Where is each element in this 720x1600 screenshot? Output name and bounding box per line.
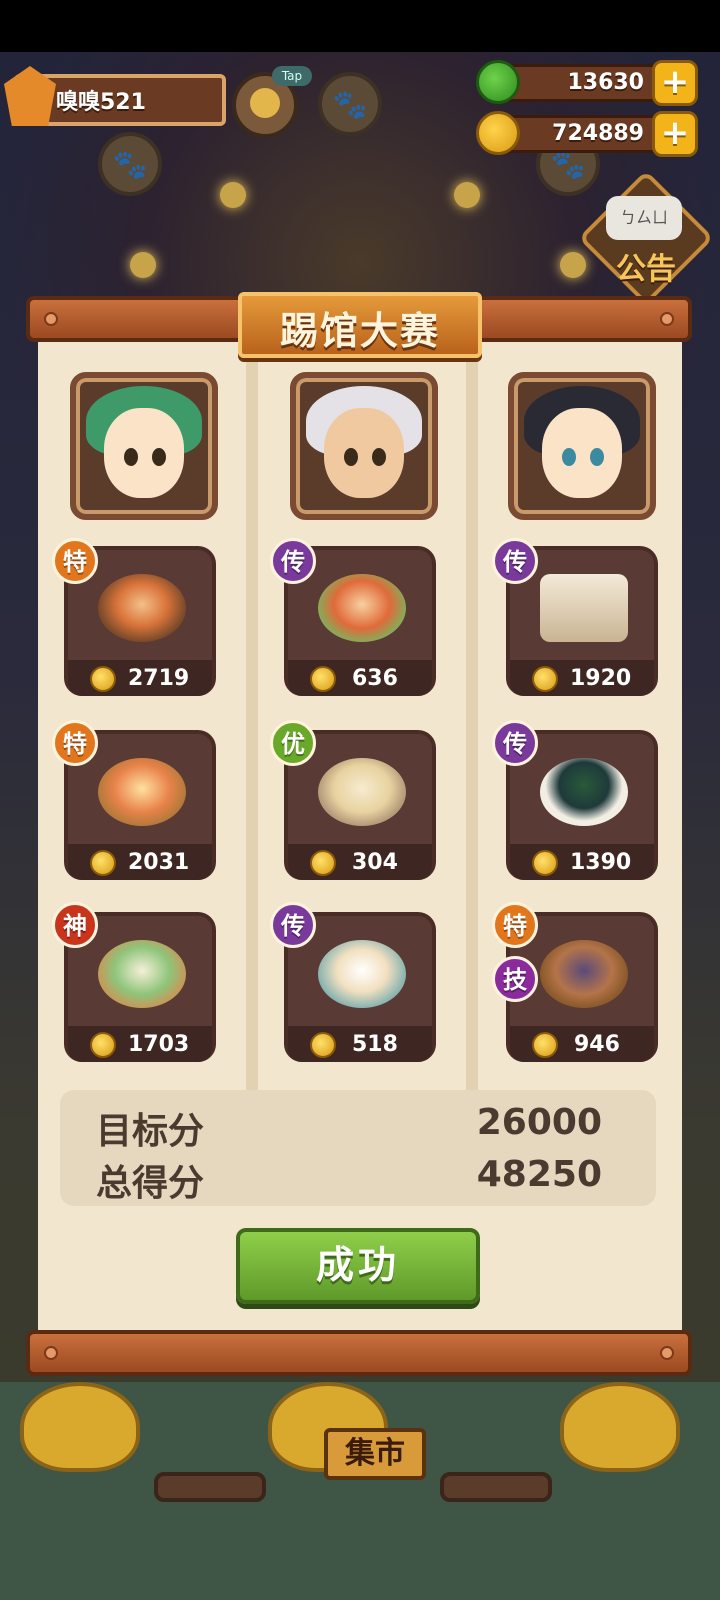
chef-portrait-1[interactable] [70, 372, 218, 520]
column-divider [466, 350, 478, 1110]
rank-badge: 优 [270, 720, 316, 766]
dish-score: 1920 [570, 666, 632, 691]
apple-count: 13630 [567, 70, 644, 95]
coin-icon [90, 666, 116, 692]
light-bulb [560, 252, 586, 278]
light-bulb [130, 252, 156, 278]
add-coins-button[interactable]: + [652, 111, 698, 157]
coin-icon [90, 1032, 116, 1058]
tofu-plate-icon [318, 940, 406, 1008]
player-name: 嗅嗅521 [56, 90, 146, 115]
dish-score: 946 [574, 1032, 620, 1057]
dish-score: 1390 [570, 850, 632, 875]
target-score-value: 26000 [476, 1102, 602, 1143]
total-score-label: 总得分 [96, 1163, 205, 1204]
column-divider [246, 350, 258, 1110]
chef-portrait-3[interactable] [508, 372, 656, 520]
duck-boat [560, 1382, 680, 1472]
fried-fish-tray-icon [98, 758, 186, 826]
coin-icon [310, 666, 336, 692]
rank-badge: 特 [52, 538, 98, 584]
noodle-bowl-icon [318, 758, 406, 826]
chef-portrait-2[interactable] [290, 372, 438, 520]
green-dumpling-bowl-icon [540, 758, 628, 826]
coin-icon [310, 850, 336, 876]
success-button[interactable]: 成功 [236, 1228, 480, 1304]
rank-badge: 传 [270, 902, 316, 948]
tap-mascot-icon [250, 88, 280, 118]
notice-label: 公告 [616, 252, 676, 287]
duck-boat [20, 1382, 140, 1472]
dish-score: 2031 [128, 850, 190, 875]
rank-badge: 特 [492, 902, 538, 948]
light-bulb [454, 182, 480, 208]
rank-badge: 传 [492, 720, 538, 766]
light-bulb [220, 182, 246, 208]
coin-icon [90, 850, 116, 876]
dish-score: 518 [352, 1032, 398, 1057]
rank-badge: 特 [52, 720, 98, 766]
dessert-platter-icon [98, 940, 186, 1008]
meat-platter-icon [98, 574, 186, 642]
coin-icon [532, 850, 558, 876]
wooden-plank [440, 1472, 552, 1502]
dish-score: 2719 [128, 666, 190, 691]
scroll-rod-bottom [26, 1330, 692, 1376]
skill-badge: 技 [492, 956, 538, 1002]
coin-count: 724889 [552, 121, 644, 146]
notice-bubble: ㄅㄙㄩ [606, 196, 682, 240]
paw-lantern-icon [98, 132, 162, 196]
rank-badge: 神 [52, 902, 98, 948]
coin-icon [310, 1032, 336, 1058]
target-score-label: 目标分 [96, 1111, 205, 1152]
dish-score: 636 [352, 666, 398, 691]
coin-icon [532, 666, 558, 692]
rank-badge: 传 [270, 538, 316, 584]
roll-cake-tray-icon [540, 940, 628, 1008]
tap-label: Tap [272, 66, 312, 86]
layered-cake-icon [318, 574, 406, 642]
paw-lantern-icon [318, 72, 382, 136]
market-button[interactable]: 集市 [324, 1428, 426, 1480]
dish-score: 1703 [128, 1032, 190, 1057]
total-score-value: 48250 [476, 1154, 602, 1195]
snack-pack-icon [540, 574, 628, 642]
wooden-plank [154, 1472, 266, 1502]
add-apples-button[interactable]: + [652, 60, 698, 106]
panel-title: 踢馆大赛 [279, 309, 440, 353]
dish-score: 304 [352, 850, 398, 875]
coin-icon [532, 1032, 558, 1058]
rank-badge: 传 [492, 538, 538, 584]
